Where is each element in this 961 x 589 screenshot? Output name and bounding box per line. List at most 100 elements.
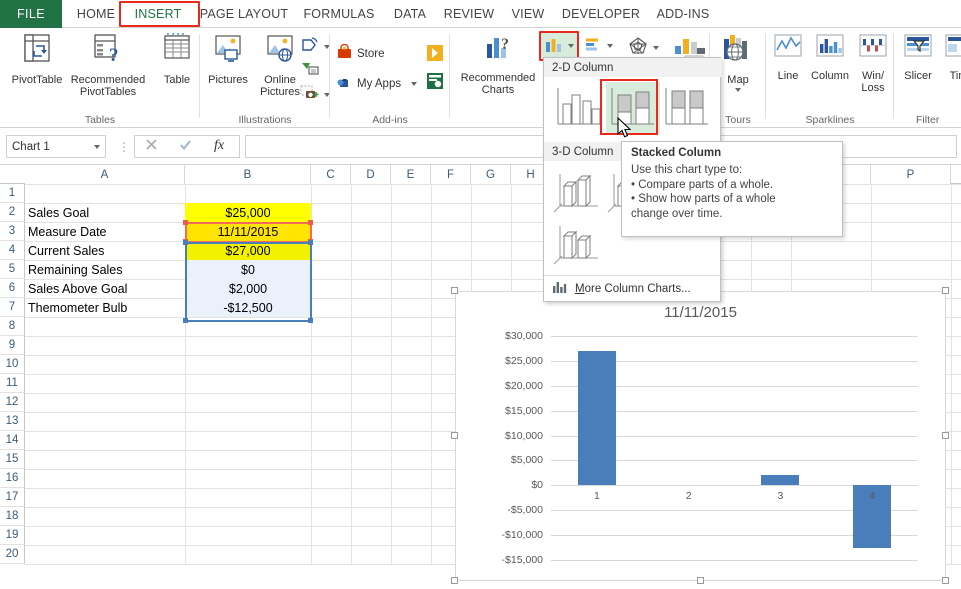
shapes-button[interactable] [300, 36, 330, 57]
chart-resize-handle-tr[interactable] [942, 287, 949, 294]
chart-resize-handle-mr[interactable] [942, 432, 949, 439]
row-header-1[interactable]: 1 [0, 184, 25, 203]
selection-handle[interactable] [183, 220, 188, 225]
chart-resize-handle-bl[interactable] [451, 577, 458, 584]
gallery-item-3d-clustered-column[interactable] [552, 166, 606, 218]
row-header-20[interactable]: 20 [0, 545, 25, 564]
tab-insert[interactable]: INSERT [128, 0, 188, 28]
timeline-button[interactable]: Tin [940, 32, 961, 82]
tab-formulas[interactable]: FORMULAS [300, 0, 378, 28]
name-box[interactable]: Chart 1 [6, 135, 106, 158]
column-sparkline-button[interactable]: Column [806, 32, 854, 82]
range-handle[interactable] [308, 318, 313, 323]
name-box-caret-icon[interactable] [94, 145, 100, 149]
tab-page-layout[interactable]: PAGE LAYOUT [196, 0, 292, 28]
column-header-P[interactable]: P [871, 165, 951, 184]
tab-developer[interactable]: DEVELOPER [558, 0, 644, 28]
bar-chart-button[interactable] [583, 36, 613, 55]
tab-add-ins[interactable]: ADD-INS [652, 0, 714, 28]
cell-B2[interactable]: $25,000 [185, 203, 311, 222]
row-header-16[interactable]: 16 [0, 469, 25, 488]
row-header-3[interactable]: 3 [0, 222, 25, 241]
tab-data[interactable]: DATA [388, 0, 432, 28]
tab-file[interactable]: FILE [0, 0, 62, 28]
chart-object[interactable]: 11/11/2015 $30,000$25,000$20,000$15,000$… [455, 291, 946, 581]
row-header-2[interactable]: 2 [0, 203, 25, 222]
screenshot-button[interactable] [300, 84, 330, 105]
tab-review[interactable]: REVIEW [440, 0, 498, 28]
column-chart-button[interactable] [541, 33, 577, 59]
bar-chart-caret-icon[interactable] [607, 44, 613, 48]
gallery-item-100-stacked-column[interactable] [660, 82, 714, 134]
people-graph-button[interactable] [426, 72, 444, 93]
chart-resize-handle-br[interactable] [942, 577, 949, 584]
formula-bar-grip[interactable]: ⋮ [118, 140, 130, 154]
range-handle[interactable] [183, 240, 188, 245]
cell-A7[interactable]: Themometer Bulb [25, 298, 185, 317]
range-handle[interactable] [308, 240, 313, 245]
row-header-7[interactable]: 7 [0, 298, 25, 317]
row-header-12[interactable]: 12 [0, 393, 25, 412]
store-label: Store [357, 48, 385, 60]
cell-A5[interactable]: Remaining Sales [25, 260, 185, 279]
radar-chart-caret-icon[interactable] [653, 46, 659, 50]
column-header-G[interactable]: G [471, 165, 511, 184]
x-axis-tick: 4 [852, 490, 892, 502]
cell-A3[interactable]: Measure Date [25, 222, 185, 241]
column-header-D[interactable]: D [351, 165, 391, 184]
tab-view[interactable]: VIEW [506, 0, 550, 28]
table-button[interactable]: Table [152, 32, 202, 86]
row-header-19[interactable]: 19 [0, 526, 25, 545]
insert-function-icon[interactable]: fx [212, 136, 230, 157]
row-header-15[interactable]: 15 [0, 450, 25, 469]
line-sparkline-button[interactable]: Line [766, 32, 810, 82]
bing-maps-button[interactable] [426, 44, 444, 65]
column-header-B[interactable]: B [185, 165, 311, 184]
recommended-pivot-tables-button[interactable]: ? Recommended PivotTables [62, 32, 154, 98]
range-handle[interactable] [183, 318, 188, 323]
row-header-14[interactable]: 14 [0, 431, 25, 450]
smartart-button[interactable] [300, 60, 320, 81]
map-caret-icon[interactable] [735, 88, 741, 92]
my-apps-button[interactable]: My Apps [336, 74, 417, 94]
column-header-C[interactable]: C [311, 165, 351, 184]
cell-A4[interactable]: Current Sales [25, 241, 185, 260]
selection-handle[interactable] [308, 220, 313, 225]
enter-formula-icon[interactable] [178, 137, 193, 157]
recommended-charts-button[interactable]: ? Recommended Charts [450, 32, 546, 96]
cell-A6[interactable]: Sales Above Goal [25, 279, 185, 298]
pictures-button[interactable]: Pictures [200, 32, 256, 86]
radar-chart-button[interactable] [627, 36, 659, 59]
store-button[interactable]: Store [336, 44, 385, 64]
y-axis-tick: $20,000 [466, 380, 543, 392]
gallery-item-3d-column[interactable] [552, 218, 606, 270]
gallery-item-stacked-column[interactable] [606, 82, 660, 134]
row-header-13[interactable]: 13 [0, 412, 25, 431]
column-header-F[interactable]: F [431, 165, 471, 184]
more-column-charts-item[interactable]: More Column Charts... [544, 275, 722, 301]
column-header-E[interactable]: E [391, 165, 431, 184]
slicer-button[interactable]: Slicer [894, 32, 942, 82]
chart-bar[interactable] [761, 475, 799, 485]
cancel-formula-icon[interactable] [144, 137, 159, 157]
column-header-A[interactable]: A [25, 165, 185, 184]
chart-resize-handle-tl[interactable] [451, 287, 458, 294]
row-header-8[interactable]: 8 [0, 317, 25, 336]
row-header-10[interactable]: 10 [0, 355, 25, 374]
row-header-9[interactable]: 9 [0, 336, 25, 355]
row-header-17[interactable]: 17 [0, 488, 25, 507]
win-loss-sparkline-button[interactable]: Win/ Loss [852, 32, 894, 94]
row-header-4[interactable]: 4 [0, 241, 25, 260]
gallery-item-clustered-column[interactable] [552, 82, 606, 134]
column-chart-caret-icon[interactable] [568, 44, 574, 48]
row-header-11[interactable]: 11 [0, 374, 25, 393]
chart-resize-handle-ml[interactable] [451, 432, 458, 439]
chart-resize-handle-bc[interactable] [697, 577, 704, 584]
cell-A2[interactable]: Sales Goal [25, 203, 185, 222]
my-apps-caret-icon[interactable] [411, 82, 417, 86]
row-header-18[interactable]: 18 [0, 507, 25, 526]
tab-home[interactable]: HOME [68, 0, 124, 28]
row-header-5[interactable]: 5 [0, 260, 25, 279]
row-header-6[interactable]: 6 [0, 279, 25, 298]
chart-bar[interactable] [578, 351, 616, 485]
